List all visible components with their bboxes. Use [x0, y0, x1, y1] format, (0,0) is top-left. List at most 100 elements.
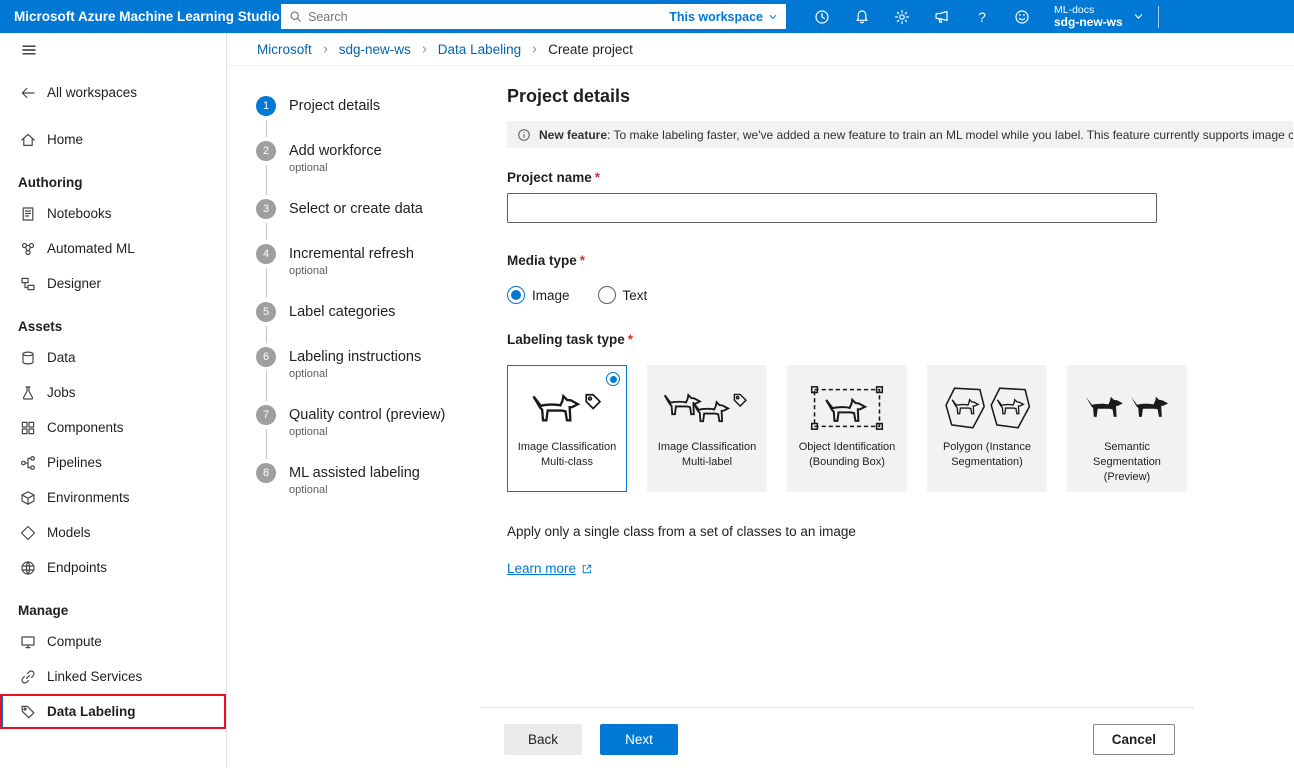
- wizard-step-ml-assisted-labeling[interactable]: 8 ML assisted labelingoptional: [256, 463, 480, 521]
- search-scope-label: This workspace: [669, 10, 763, 24]
- required-asterisk: *: [628, 332, 633, 347]
- app-title[interactable]: Microsoft Azure Machine Learning Studio: [0, 9, 281, 24]
- emoji-feedback-button[interactable]: [1002, 0, 1042, 33]
- breadcrumb-link-data-labeling[interactable]: Data Labeling: [438, 42, 521, 57]
- task-card-object-identification[interactable]: Object Identification (Bounding Box): [787, 365, 907, 492]
- required-asterisk: *: [595, 170, 600, 185]
- designer-icon: [20, 276, 36, 292]
- sidebar-item-linked-services[interactable]: Linked Services: [0, 659, 226, 694]
- task-card-semantic-segmentation[interactable]: Semantic Segmentation (Preview): [1067, 365, 1187, 492]
- step-connector: [266, 268, 267, 298]
- wizard-step-incremental-refresh[interactable]: 4 Incremental refreshoptional: [256, 244, 480, 302]
- step-label: Project details: [289, 96, 380, 116]
- labeling-task-type-label: Labeling task type*: [507, 332, 1294, 347]
- chevron-down-icon: [768, 12, 778, 22]
- pipeline-icon: [20, 455, 36, 471]
- header-divider: [1158, 6, 1159, 28]
- wizard-step-quality-control[interactable]: 7 Quality control (preview)optional: [256, 405, 480, 463]
- workspace-switcher[interactable]: ML-docs sdg-new-ws: [1054, 4, 1144, 30]
- workspace-name: ML-docs sdg-new-ws: [1054, 4, 1123, 30]
- cancel-button[interactable]: Cancel: [1093, 724, 1175, 755]
- top-header: Microsoft Azure Machine Learning Studio …: [0, 0, 1294, 33]
- step-number-badge: 8: [256, 463, 276, 483]
- sidebar-item-compute[interactable]: Compute: [0, 624, 226, 659]
- wizard-footer: Back Next Cancel: [480, 707, 1194, 755]
- gear-icon: [894, 9, 910, 25]
- wizard-step-labeling-instructions[interactable]: 6 Labeling instructionsoptional: [256, 347, 480, 405]
- project-name-input[interactable]: [507, 193, 1157, 223]
- task-card-image-classification-multilabel[interactable]: Image Classification Multi-label: [647, 365, 767, 492]
- database-icon: [20, 350, 36, 366]
- breadcrumb-link-workspace[interactable]: sdg-new-ws: [339, 42, 411, 57]
- sidebar-item-label: Models: [47, 525, 91, 540]
- sidebar-item-label: Notebooks: [47, 206, 112, 221]
- step-number-badge: 6: [256, 347, 276, 367]
- red-annotation-box: Data Labeling: [0, 694, 226, 729]
- feedback-button[interactable]: [922, 0, 962, 33]
- step-connector: [266, 223, 267, 240]
- page-title: Project details: [507, 86, 1294, 107]
- breadcrumb-row: Microsoft sdg-new-ws Data Labeling Creat…: [227, 33, 1294, 66]
- task-card-label: Image Classification Multi-label: [648, 440, 766, 470]
- settings-button[interactable]: [882, 0, 922, 33]
- filled-dogs-icon: [1081, 384, 1173, 432]
- sidebar-item-label: Compute: [47, 634, 102, 649]
- step-number-badge: 3: [256, 199, 276, 219]
- all-workspaces-link[interactable]: All workspaces: [0, 75, 226, 110]
- media-type-image-radio[interactable]: Image: [507, 286, 570, 304]
- sidebar-item-label: Linked Services: [47, 669, 142, 684]
- breadcrumb-link-microsoft[interactable]: Microsoft: [257, 42, 312, 57]
- chevron-right-icon: [420, 45, 429, 54]
- sidebar: All workspaces Home Authoring Notebooks …: [0, 33, 227, 768]
- sidebar-item-data-labeling[interactable]: Data Labeling: [0, 694, 226, 729]
- task-card-image-classification-multiclass[interactable]: Image Classification Multi-class: [507, 365, 627, 492]
- learn-more-link[interactable]: Learn more: [507, 561, 593, 576]
- sidebar-item-endpoints[interactable]: Endpoints: [0, 550, 226, 585]
- workspace-name-label: sdg-new-ws: [1054, 16, 1123, 30]
- wizard-step-label-categories[interactable]: 5 Label categories: [256, 302, 480, 347]
- home-icon: [20, 132, 36, 148]
- recent-activity-button[interactable]: [802, 0, 842, 33]
- sidebar-toggle[interactable]: [0, 33, 226, 66]
- next-button[interactable]: Next: [600, 724, 678, 755]
- step-connector: [266, 326, 267, 343]
- chevron-down-icon: [1133, 11, 1144, 22]
- wizard-step-add-workforce[interactable]: 2 Add workforceoptional: [256, 141, 480, 199]
- sidebar-item-jobs[interactable]: Jobs: [0, 375, 226, 410]
- sidebar-item-pipelines[interactable]: Pipelines: [0, 445, 226, 480]
- notifications-button[interactable]: [842, 0, 882, 33]
- sidebar-item-data[interactable]: Data: [0, 340, 226, 375]
- sidebar-item-automated-ml[interactable]: Automated ML: [0, 231, 226, 266]
- azure-ml-studio-window: Microsoft Azure Machine Learning Studio …: [0, 0, 1294, 768]
- sidebar-item-label: Data: [47, 350, 76, 365]
- back-button[interactable]: Back: [504, 724, 582, 755]
- help-button[interactable]: ?: [962, 0, 1002, 33]
- step-number-badge: 4: [256, 244, 276, 264]
- wizard-step-select-or-create-data[interactable]: 3 Select or create data: [256, 199, 480, 244]
- step-number-badge: 5: [256, 302, 276, 322]
- sidebar-item-home[interactable]: Home: [0, 122, 226, 157]
- flask-icon: [20, 385, 36, 401]
- chevron-right-icon: [530, 45, 539, 54]
- sidebar-item-designer[interactable]: Designer: [0, 266, 226, 301]
- sidebar-item-environments[interactable]: Environments: [0, 480, 226, 515]
- globe-icon: [20, 560, 36, 576]
- search-scope-dropdown[interactable]: This workspace: [669, 10, 778, 24]
- chevron-right-icon: [321, 45, 330, 54]
- search-box[interactable]: This workspace: [281, 4, 786, 29]
- sidebar-item-notebooks[interactable]: Notebooks: [0, 196, 226, 231]
- two-dogs-with-tag-icon: [661, 384, 753, 432]
- dog-bounding-box-icon: [801, 384, 893, 432]
- sidebar-item-label: Environments: [47, 490, 130, 505]
- wizard-step-project-details[interactable]: 1 Project details: [256, 96, 480, 141]
- task-card-polygon-instance-segmentation[interactable]: Polygon (Instance Segmentation): [927, 365, 1047, 492]
- media-type-text-radio[interactable]: Text: [598, 286, 648, 304]
- info-icon: [517, 128, 531, 142]
- link-icon: [20, 669, 36, 685]
- all-workspaces-label: All workspaces: [47, 85, 137, 100]
- search-input[interactable]: [308, 10, 669, 24]
- step-number-badge: 7: [256, 405, 276, 425]
- sidebar-item-models[interactable]: Models: [0, 515, 226, 550]
- radio-label: Text: [623, 288, 648, 303]
- sidebar-item-components[interactable]: Components: [0, 410, 226, 445]
